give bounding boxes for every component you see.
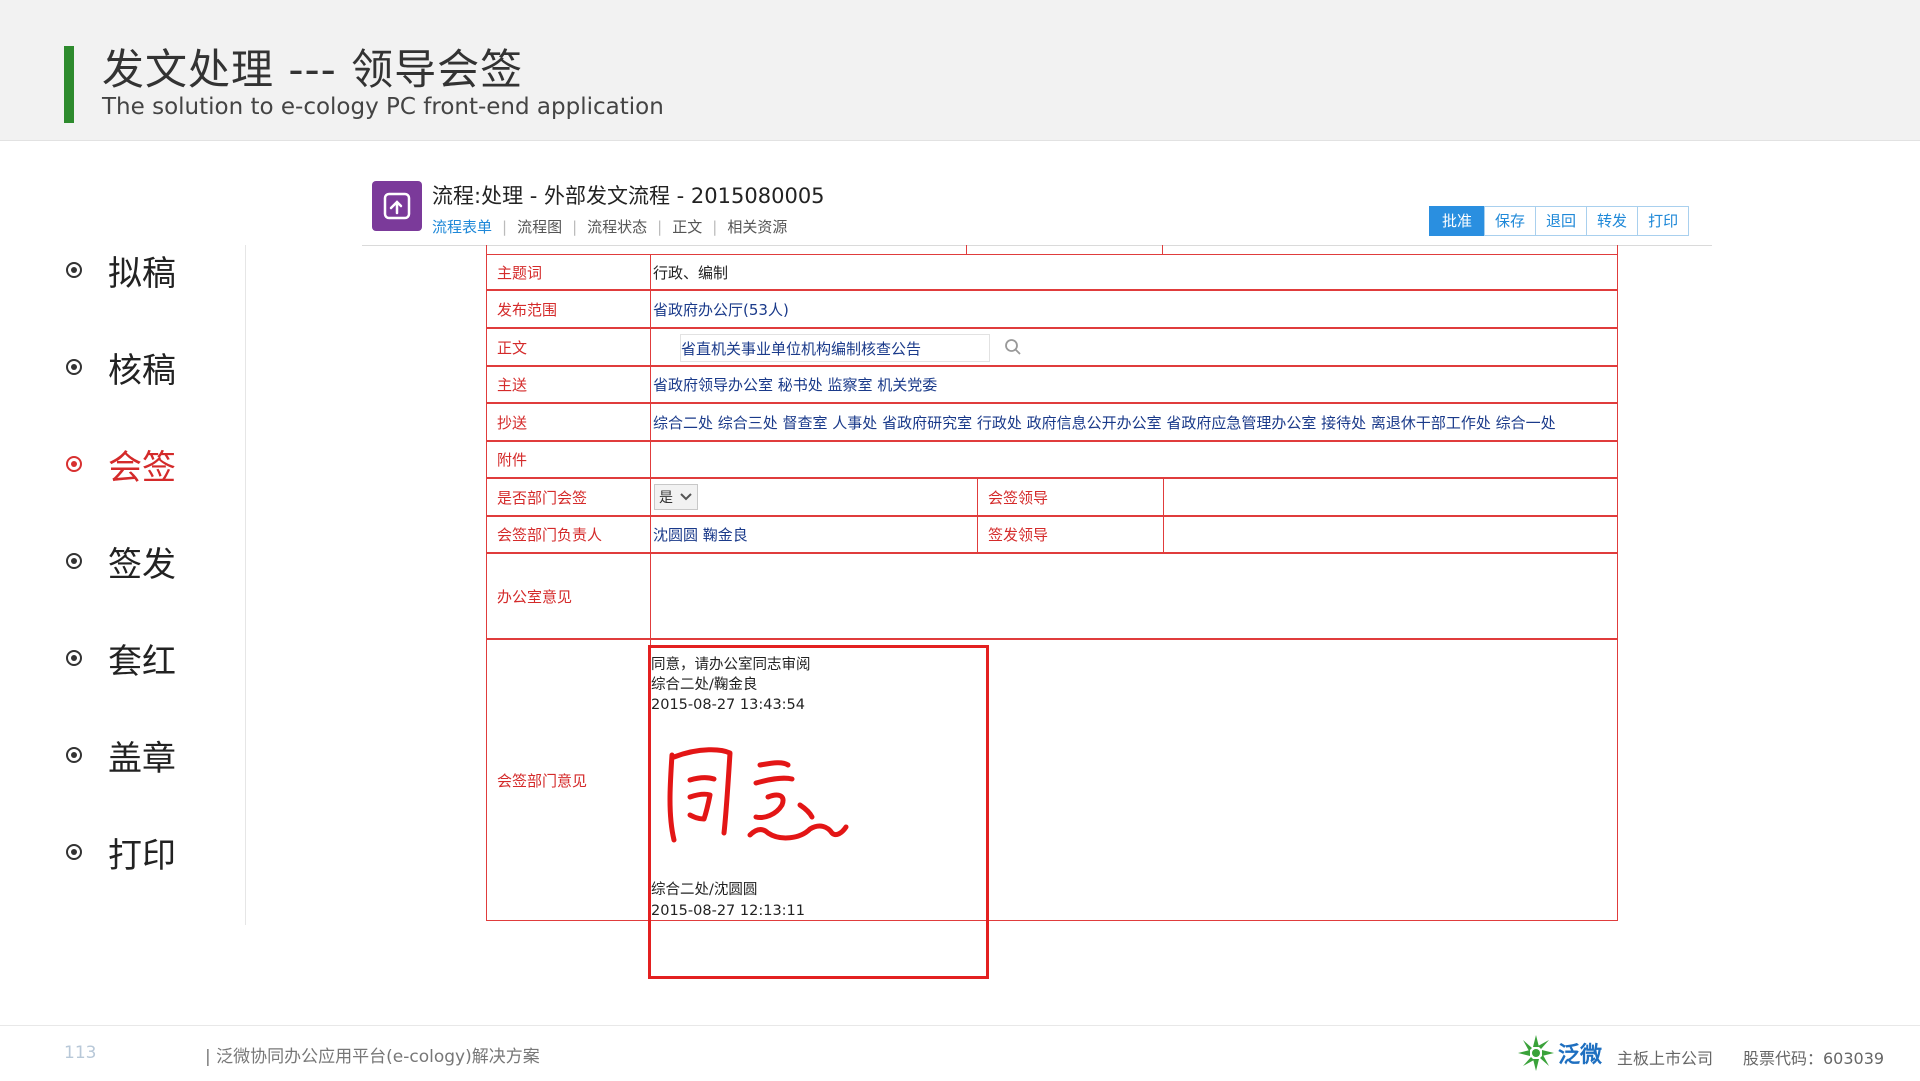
bullet-icon <box>66 553 82 569</box>
nav-item-label: 会签 <box>108 447 176 488</box>
forward-button[interactable]: 转发 <box>1586 206 1639 236</box>
bullet-icon <box>66 262 82 278</box>
action-buttons: 批准 保存 退回 转发 打印 <box>1429 206 1690 236</box>
search-icon[interactable] <box>1004 338 1022 356</box>
bullet-icon <box>66 359 82 375</box>
company-label: 主板上市公司 <box>1617 1049 1714 1068</box>
nav-item-label: 签发 <box>108 544 176 585</box>
form-row-dept-head: 会签部门负责人 沈圆圆 鞠金良 签发领导 <box>487 517 1617 554</box>
cc-value[interactable]: 综合二处 综合三处 督查室 人事处 省政府研究室 行政处 政府信息公开办公室 省… <box>650 404 1617 440</box>
nav-item-countersign[interactable]: 会签 <box>66 439 176 489</box>
form-row-main-send: 主送 省政府领导办公室 秘书处 监察室 机关党委 <box>487 367 1617 404</box>
scope-value[interactable]: 省政府办公厅(53人) <box>650 291 1617 327</box>
form-row-office-opinion: 办公室意见 <box>487 554 1617 640</box>
bullet-icon <box>66 844 82 860</box>
office-opinion-value[interactable] <box>650 554 1617 638</box>
return-button[interactable]: 退回 <box>1535 206 1588 236</box>
form-row-keywords: 主题词 行政、编制 <box>487 255 1617 291</box>
keywords-label: 主题词 <box>497 263 543 282</box>
office-opinion-label: 办公室意见 <box>497 587 573 606</box>
page-subtitle: The solution to e-cology PC front-end ap… <box>102 94 664 120</box>
save-button[interactable]: 保存 <box>1484 206 1537 236</box>
tab-body[interactable]: 正文 <box>672 216 702 237</box>
countersign-leader-label: 会签领导 <box>977 479 1163 515</box>
nav-item-label: 盖章 <box>108 738 176 779</box>
footer-description: | 泛微协同办公应用平台(e-cology)解决方案 <box>205 1047 540 1067</box>
keywords-value[interactable]: 行政、编制 <box>650 255 1617 289</box>
stock-code: 股票代码：603039 <box>1743 1049 1885 1068</box>
form-top-stub <box>486 245 1618 254</box>
nav-item-redhead[interactable]: 套红 <box>66 633 176 683</box>
header-accent-bar <box>64 46 74 123</box>
cc-label: 抄送 <box>497 413 528 432</box>
nav-item-seal[interactable]: 盖章 <box>66 730 176 780</box>
form-row-body: 正文 <box>487 329 1617 367</box>
workflow-app-icon <box>372 181 422 231</box>
main-send-value[interactable]: 省政府领导办公室 秘书处 监察室 机关党委 <box>650 367 1617 402</box>
attachment-label: 附件 <box>497 451 528 469</box>
nav-item-issue[interactable]: 签发 <box>66 536 176 586</box>
dept-head-value[interactable]: 沈圆圆 鞠金良 <box>650 517 977 552</box>
tab-status[interactable]: 流程状态 <box>587 216 647 237</box>
approve-button[interactable]: 批准 <box>1429 206 1486 236</box>
countersign-leader-value[interactable] <box>1163 479 1617 515</box>
nav-item-print[interactable]: 打印 <box>66 827 176 877</box>
form-row-attachment: 附件 <box>487 442 1617 479</box>
nav-item-draft[interactable]: 拟稿 <box>66 245 176 295</box>
nav-item-label: 套红 <box>108 641 176 682</box>
form-row-scope: 发布范围 省政府办公厅(53人) <box>487 291 1617 329</box>
weaver-logo: 泛微 <box>1516 1032 1602 1074</box>
scope-label: 发布范围 <box>497 300 558 319</box>
tab-separator: | <box>572 217 578 236</box>
nav-item-label: 核稿 <box>108 350 176 391</box>
weaver-logo-text: 泛微 <box>1558 1043 1603 1068</box>
bullet-icon <box>66 456 82 472</box>
slide-header: 发文处理 --- 领导会签 The solution to e-cology P… <box>0 0 1920 141</box>
select-value: 是 <box>659 490 673 506</box>
nav-item-label: 打印 <box>108 835 176 876</box>
tab-separator: | <box>657 217 663 236</box>
main-send-label: 主送 <box>497 376 528 394</box>
workflow-toolbar: 流程:处理 - 外部发文流程 - 2015080005 流程表单 | 流程图 |… <box>362 170 1712 246</box>
print-button[interactable]: 打印 <box>1637 206 1690 236</box>
chevron-down-icon <box>680 493 692 501</box>
dept-countersign-cell: 是 <box>650 479 977 515</box>
page-number: 113 <box>64 1043 97 1063</box>
tab-flowchart[interactable]: 流程图 <box>517 216 562 237</box>
tab-resources[interactable]: 相关资源 <box>727 216 787 237</box>
issue-leader-label: 签发领导 <box>977 517 1163 552</box>
body-document-value: 省直机关事业单位机构编制核查公告 <box>681 339 922 358</box>
highlight-box <box>648 645 989 979</box>
dept-opinion-label: 会签部门意见 <box>497 771 588 790</box>
nav-item-review[interactable]: 核稿 <box>66 342 176 392</box>
nav-item-label: 拟稿 <box>108 253 176 294</box>
slide-footer: 113 | 泛微协同办公应用平台(e-cology)解决方案 泛微 主板上市公司… <box>0 1025 1920 1081</box>
step-nav: 拟稿 核稿 会签 签发 套红 盖章 打印 <box>0 245 246 925</box>
issue-leader-value[interactable] <box>1163 517 1617 552</box>
bullet-icon <box>66 747 82 763</box>
tab-form[interactable]: 流程表单 <box>432 216 492 237</box>
tab-separator: | <box>502 217 508 236</box>
dept-countersign-label: 是否部门会签 <box>497 488 588 507</box>
workflow-title: 流程:处理 - 外部发文流程 - 2015080005 <box>432 184 825 208</box>
attachment-value[interactable] <box>650 442 1617 477</box>
workflow-tabs: 流程表单 | 流程图 | 流程状态 | 正文 | 相关资源 <box>432 216 787 237</box>
body-document-field[interactable]: 省直机关事业单位机构编制核查公告 <box>680 334 990 362</box>
dept-head-label: 会签部门负责人 <box>497 526 603 544</box>
form-row-cc: 抄送 综合二处 综合三处 督查室 人事处 省政府研究室 行政处 政府信息公开办公… <box>487 404 1617 442</box>
bullet-icon <box>66 650 82 666</box>
page-title: 发文处理 --- 领导会签 <box>102 45 524 94</box>
tab-separator: | <box>712 217 718 236</box>
body-label: 正文 <box>497 338 528 357</box>
dept-countersign-select[interactable]: 是 <box>654 484 698 510</box>
form-row-dept-countersign: 是否部门会签 是 会签领导 <box>487 479 1617 517</box>
weaver-logo-icon <box>1518 1035 1554 1071</box>
